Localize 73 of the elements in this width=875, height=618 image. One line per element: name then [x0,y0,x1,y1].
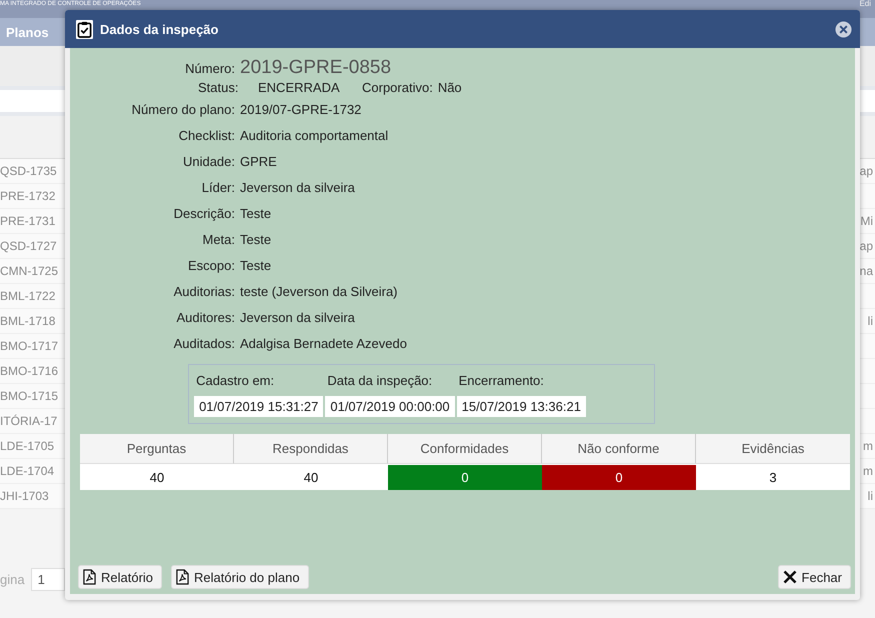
field-value: Jeverson da silveira [240,310,355,324]
clipboard-check-icon [76,20,93,38]
table-cell: BMO-1716 [0,364,58,378]
table-cell: BML-1722 [0,289,56,303]
table-cell: li [868,489,873,503]
table-cell: LDE-1705 [0,439,54,453]
field-label: Escopo: [187,258,236,272]
field-label: Corporativo: [362,80,433,94]
column-header: Perguntas [80,434,234,464]
column-header: Não conforme [542,434,696,464]
field-label: Meta: [201,232,236,246]
table-cell: ap [860,239,873,253]
report-button[interactable]: Relatório [78,565,162,589]
page-field[interactable]: 1 [30,568,65,591]
date-label: Encerramento: [458,373,545,388]
pdf-file-icon [176,569,190,585]
field-label: Descrição: [172,206,236,220]
field-label: Status: [198,80,240,94]
field-value: Não [438,80,462,94]
close-icon [782,570,797,584]
table-cell: QSD-1735 [0,164,57,178]
field-value: GPRE [240,154,277,168]
pdf-file-icon [83,569,96,585]
field-label: Auditores: [175,310,236,324]
table-cell: QSD-1727 [0,239,57,253]
field-value: 2019-GPRE-0858 [240,57,392,79]
user-name: Edi [859,0,871,8]
field-label: Auditorias: [172,284,236,298]
field-value: Teste [240,258,272,272]
field-value: Jeverson da silveira [240,180,355,194]
pager-label: gina [0,572,25,587]
table-cell: CMN-1725 [0,264,58,278]
date-field: 01/07/2019 15:31:27 [194,396,324,417]
date-label: Cadastro em: [195,373,276,388]
table-cell: BMO-1717 [0,339,58,353]
column-header: Evidências [696,434,850,464]
field-label: Líder: [200,180,236,194]
date-field: 01/07/2019 00:00:00 [325,396,455,417]
field-label: Unidade: [182,154,236,168]
table-cell: JHI-1703 [0,489,49,503]
field-value: Auditoria comportamental [240,128,388,142]
field-value: 2019/07-GPRE-1732 [240,102,362,116]
field-value: Adalgisa Bernadete Azevedo [240,336,407,350]
table-cell: 0 [542,465,696,490]
field-label: Número: [184,60,236,76]
report-button[interactable]: Relatório do plano [171,565,309,589]
date-field: 15/07/2019 13:36:21 [456,396,586,417]
table-cell: LDE-1704 [0,464,54,478]
table-cell: Mi [860,214,873,228]
field-label: Número do plano: [130,102,236,116]
date-label: Data da inspeção: [326,373,434,388]
close-button[interactable]: Fechar [778,565,851,589]
field-value: teste (Jeverson da Silveira) [240,284,398,298]
close-button[interactable] [835,20,852,38]
field-value: Teste [240,232,272,246]
table-cell: li [868,314,873,328]
field-label: Auditados: [172,336,236,350]
field-value: ENCERRADA [258,80,341,94]
table-cell: na [860,264,873,278]
table-cell: m [863,439,873,453]
field-label: Checklist: [178,128,236,142]
table-cell: PRE-1731 [0,214,56,228]
column-header: Conformidades [388,434,542,464]
table-cell: m [863,464,873,478]
table-cell: BMO-1715 [0,389,58,403]
table-cell: 0 [388,465,542,490]
field-value: Teste [240,206,272,220]
table-cell: PRE-1732 [0,189,56,203]
table-cell: ITÓRIA-17 [0,414,58,428]
dialog-title: Dados da inspeção [100,22,220,36]
table-cell: BML-1718 [0,314,56,328]
column-header: Respondidas [234,434,388,464]
table-cell: ap [860,164,873,178]
